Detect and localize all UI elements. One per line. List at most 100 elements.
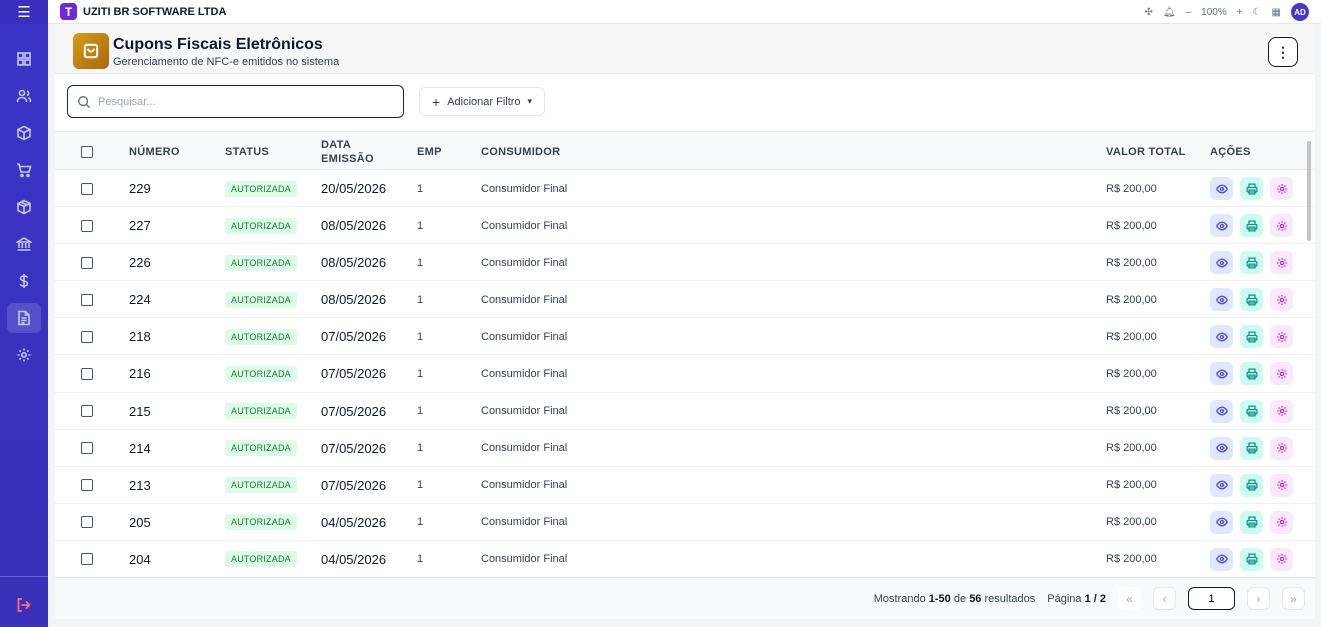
row-checkbox[interactable] xyxy=(81,479,93,492)
row-checkbox[interactable] xyxy=(81,442,93,455)
table-row[interactable]: 227 AUTORIZADA 08/05/2026 1 Consumidor F… xyxy=(55,207,1315,245)
print-button[interactable] xyxy=(1240,399,1263,423)
view-button[interactable] xyxy=(1210,214,1233,238)
print-button[interactable] xyxy=(1240,362,1263,386)
company-name: UZITI BR SOFTWARE LTDA xyxy=(83,5,227,18)
menu-icon[interactable]: ☰ xyxy=(0,0,48,24)
row-checkbox[interactable] xyxy=(81,553,93,566)
add-filter-button[interactable]: + Adicionar Filtro ▾ xyxy=(419,87,546,116)
table-scrollbar[interactable] xyxy=(1306,131,1312,577)
print-button[interactable] xyxy=(1240,214,1263,238)
settings-button[interactable] xyxy=(1270,547,1293,571)
search-input[interactable] xyxy=(98,95,378,108)
cell-emp: 1 xyxy=(417,442,424,455)
settings-button[interactable] xyxy=(1270,362,1293,386)
view-button[interactable] xyxy=(1210,177,1233,200)
sidebar-item-users[interactable] xyxy=(7,81,41,111)
settings-button[interactable] xyxy=(1270,288,1293,312)
sidebar-item-finance[interactable] xyxy=(7,266,41,296)
scrollbar-thumb[interactable] xyxy=(1307,141,1311,241)
last-page-button[interactable]: » xyxy=(1282,587,1305,610)
table-row[interactable]: 229 AUTORIZADA 20/05/2026 1 Consumidor F… xyxy=(55,170,1315,208)
view-button[interactable] xyxy=(1210,473,1233,497)
nfce-table: NÚMERO STATUS DATA EMISSÃO EMP CONSUMIDO… xyxy=(55,131,1315,577)
select-all-checkbox[interactable] xyxy=(81,145,93,158)
view-button[interactable] xyxy=(1210,436,1233,460)
theme-moon-icon[interactable]: ☾ xyxy=(1253,7,1262,18)
col-emp[interactable]: EMP xyxy=(417,132,442,171)
next-page-button[interactable]: › xyxy=(1247,587,1270,610)
table-row[interactable]: 204 AUTORIZADA 04/05/2026 1 Consumidor F… xyxy=(55,541,1315,577)
view-button[interactable] xyxy=(1210,510,1233,534)
page-indicator: Página 1 / 2 xyxy=(1047,593,1106,605)
cell-valor-total: R$ 200,00 xyxy=(1106,219,1157,232)
view-button[interactable] xyxy=(1210,399,1233,423)
print-button[interactable] xyxy=(1240,436,1263,460)
zoom-in-icon[interactable]: + xyxy=(1237,7,1243,18)
settings-button[interactable] xyxy=(1270,214,1293,238)
table-row[interactable]: 205 AUTORIZADA 04/05/2026 1 Consumidor F… xyxy=(55,504,1315,541)
gear-icon xyxy=(1276,406,1287,416)
table-row[interactable]: 218 AUTORIZADA 07/05/2026 1 Consumidor F… xyxy=(55,318,1315,356)
sidebar-item-sales[interactable] xyxy=(7,155,41,185)
row-checkbox[interactable] xyxy=(81,182,93,195)
cell-valor-total: R$ 200,00 xyxy=(1106,182,1157,195)
bell-icon[interactable]: 🔔︎ xyxy=(1163,7,1176,18)
row-checkbox[interactable] xyxy=(81,330,93,343)
view-button[interactable] xyxy=(1210,325,1233,349)
cell-consumidor: Consumidor Final xyxy=(481,516,568,529)
zoom-out-icon[interactable]: – xyxy=(1186,7,1192,18)
cell-emp: 1 xyxy=(417,405,424,418)
col-numero[interactable]: NÚMERO xyxy=(129,132,180,171)
print-button[interactable] xyxy=(1240,288,1263,312)
view-button[interactable] xyxy=(1210,362,1233,386)
table-row[interactable]: 214 AUTORIZADA 07/05/2026 1 Consumidor F… xyxy=(55,430,1315,467)
row-checkbox[interactable] xyxy=(81,516,93,529)
row-select-cell xyxy=(81,281,93,318)
row-checkbox[interactable] xyxy=(81,293,93,306)
row-checkbox[interactable] xyxy=(81,367,93,380)
table-row[interactable]: 215 AUTORIZADA 07/05/2026 1 Consumidor F… xyxy=(55,393,1315,430)
settings-button[interactable] xyxy=(1270,510,1293,534)
col-status[interactable]: STATUS xyxy=(225,132,269,171)
col-data-emissao[interactable]: DATA EMISSÃO xyxy=(321,132,374,171)
print-button[interactable] xyxy=(1240,510,1263,534)
settings-button[interactable] xyxy=(1270,399,1293,423)
more-options-button[interactable]: ⋮ xyxy=(1268,37,1298,67)
settings-button[interactable] xyxy=(1270,436,1293,460)
print-button[interactable] xyxy=(1240,547,1263,571)
prev-page-button[interactable]: ‹ xyxy=(1153,587,1176,610)
sidebar-item-products[interactable] xyxy=(7,118,41,148)
apps-grid-icon[interactable]: ▦ xyxy=(1272,7,1281,18)
sidebar-item-bank[interactable] xyxy=(7,229,41,259)
settings-button[interactable] xyxy=(1270,251,1293,275)
view-button[interactable] xyxy=(1210,251,1233,275)
sidebar-item-dashboard[interactable] xyxy=(7,44,41,74)
print-button[interactable] xyxy=(1240,177,1263,200)
sidebar-item-stock[interactable] xyxy=(7,192,41,222)
table-row[interactable]: 226 AUTORIZADA 08/05/2026 1 Consumidor F… xyxy=(55,244,1315,282)
print-button[interactable] xyxy=(1240,251,1263,275)
table-row[interactable]: 224 AUTORIZADA 08/05/2026 1 Consumidor F… xyxy=(55,281,1315,319)
page-number-input[interactable] xyxy=(1188,587,1235,610)
row-checkbox[interactable] xyxy=(81,405,93,418)
sparkle-icon[interactable]: ✣ xyxy=(1145,7,1153,18)
view-button[interactable] xyxy=(1210,547,1233,571)
row-checkbox[interactable] xyxy=(81,219,93,232)
col-valor-total[interactable]: VALOR TOTAL xyxy=(1106,132,1186,171)
settings-button[interactable] xyxy=(1270,325,1293,349)
sidebar-item-settings[interactable] xyxy=(7,340,41,370)
print-button[interactable] xyxy=(1240,325,1263,349)
settings-button[interactable] xyxy=(1270,177,1293,200)
table-row[interactable]: 213 AUTORIZADA 07/05/2026 1 Consumidor F… xyxy=(55,467,1315,504)
view-button[interactable] xyxy=(1210,288,1233,312)
row-checkbox[interactable] xyxy=(81,256,93,269)
print-button[interactable] xyxy=(1240,473,1263,497)
avatar[interactable]: AD xyxy=(1291,3,1309,21)
sidebar-item-documents[interactable] xyxy=(7,303,41,333)
col-consumidor[interactable]: CONSUMIDOR xyxy=(481,132,560,171)
first-page-button[interactable]: « xyxy=(1118,587,1141,610)
logout-button[interactable] xyxy=(16,597,32,613)
table-row[interactable]: 216 AUTORIZADA 07/05/2026 1 Consumidor F… xyxy=(55,355,1315,393)
settings-button[interactable] xyxy=(1270,473,1293,497)
